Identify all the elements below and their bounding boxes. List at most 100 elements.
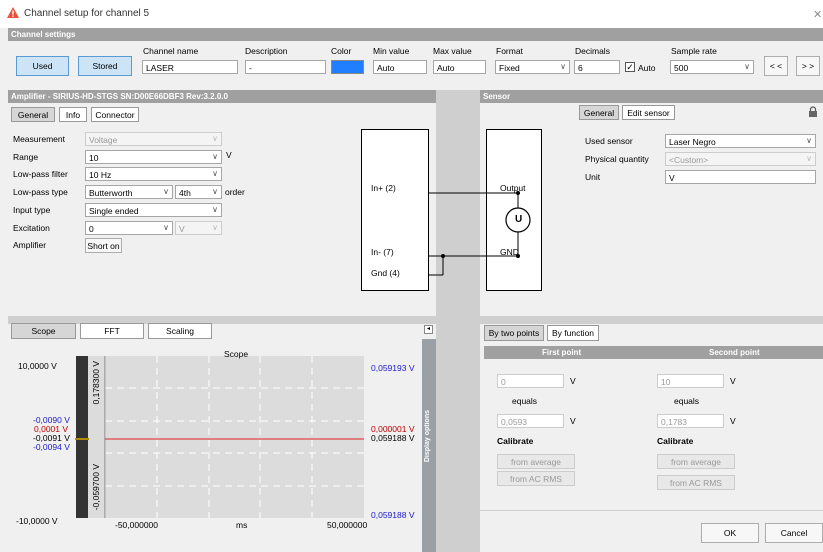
input-type-label: Input type [13, 205, 51, 215]
used-button[interactable]: Used [16, 56, 69, 76]
gnd-label: Gnd (4) [371, 268, 400, 278]
scope-channel-bar [76, 356, 88, 518]
format-label: Format [496, 46, 523, 56]
used-sensor-label: Used sensor [585, 136, 633, 146]
scope-y-bottom: -10,0000 V [16, 516, 58, 526]
physical-quantity-label: Physical quantity [585, 154, 649, 164]
first-calibrate-label: Calibrate [497, 436, 534, 446]
max-value-label: Max value [433, 46, 472, 56]
channel-name-label: Channel name [143, 46, 199, 56]
footer-divider [480, 510, 823, 511]
tab-by-function[interactable]: By function [547, 325, 599, 341]
lowpass-type-select[interactable]: Butterworth [85, 185, 173, 199]
tab-fft[interactable]: FFT [80, 323, 144, 339]
first-point-input-unit: V [570, 376, 576, 386]
scope-y-top: 10,0000 V [18, 361, 57, 371]
tab-connector[interactable]: Connector [91, 107, 139, 122]
gnd-right-label: GND [500, 247, 519, 257]
second-point-input[interactable]: 10 [657, 374, 724, 388]
cancel-button[interactable]: Cancel [765, 523, 823, 543]
next-channel-button[interactable]: > > [796, 56, 820, 76]
format-select[interactable]: Fixed [495, 60, 570, 74]
physical-quantity-select[interactable]: <Custom> [665, 152, 816, 166]
sample-rate-label: Sample rate [671, 46, 717, 56]
order-label: order [225, 187, 245, 197]
close-icon[interactable]: ✕ [813, 8, 822, 21]
first-point-label: First point [542, 348, 582, 357]
tab-info[interactable]: Info [59, 107, 87, 122]
scope-x-min: -50,000000 [115, 520, 159, 530]
second-point-output[interactable]: 0,1783 [657, 414, 724, 428]
unit-input[interactable]: V [665, 170, 816, 184]
description-input[interactable]: - [245, 60, 326, 74]
measurement-select[interactable]: Voltage [85, 132, 222, 146]
auto-checkbox[interactable]: ✓ [625, 62, 635, 72]
input-type-select[interactable]: Single ended [85, 203, 222, 217]
second-equals-label: equals [674, 396, 700, 406]
first-point-output-unit: V [570, 416, 576, 426]
color-label: Color [331, 46, 352, 56]
collapse-arrow-icon[interactable]: ◂ [424, 325, 433, 334]
first-from-ac-rms-button[interactable]: from AC RMS [497, 471, 575, 486]
scope-x-unit: ms [236, 520, 248, 530]
first-point-input[interactable]: 0 [497, 374, 564, 388]
ok-button[interactable]: OK [701, 523, 759, 543]
decimals-input[interactable]: 6 [574, 60, 620, 74]
description-label: Description [245, 46, 288, 56]
in-minus-label: In- (7) [371, 247, 394, 257]
previous-channel-button[interactable]: < < [764, 56, 788, 76]
measurement-label: Measurement [13, 134, 65, 144]
tab-scaling[interactable]: Scaling [148, 323, 212, 339]
lock-icon[interactable] [808, 106, 818, 120]
scope-trace [105, 438, 364, 440]
voltage-source-label: U [515, 214, 523, 225]
min-value-label: Min value [373, 46, 410, 56]
scaling-separator [480, 316, 823, 324]
tab-by-two-points[interactable]: By two points [484, 325, 544, 341]
sensor-header: Sensor [480, 90, 823, 103]
scope-x-max: 50,000000 [327, 520, 368, 530]
scope-inner-bottom: -0,059700 V [91, 464, 101, 511]
scope-right-bottom: 0,059188 V [371, 510, 415, 520]
auto-label: Auto [638, 63, 656, 73]
lowpass-filter-select[interactable]: 10 Hz [85, 167, 222, 181]
points-header [484, 346, 823, 359]
second-from-ac-rms-button[interactable]: from AC RMS [657, 475, 735, 490]
sensor-tab-edit[interactable]: Edit sensor [622, 105, 675, 120]
amplifier-header: Amplifier - SIRIUS-HD-STGS SN:D00E66DBF3… [8, 90, 436, 103]
window-title: Channel setup for channel 5 [24, 8, 150, 19]
sensor-tab-general[interactable]: General [579, 105, 619, 120]
scope-level-marker [75, 438, 90, 440]
min-value-input[interactable]: Auto [373, 60, 427, 74]
channel-settings-header: Channel settings [8, 28, 823, 41]
first-point-output[interactable]: 0,0593 [497, 414, 564, 428]
tab-scope[interactable]: Scope [11, 323, 76, 339]
sample-rate-select[interactable]: 500 [670, 60, 754, 74]
display-options-label: Display options [424, 410, 431, 463]
range-select[interactable]: 10 [85, 150, 222, 164]
used-sensor-select[interactable]: Laser Negro [665, 134, 816, 148]
output-label: Output [500, 183, 526, 193]
scope-title: Scope [224, 349, 249, 359]
lowpass-type-label: Low-pass type [13, 187, 68, 197]
short-on-button[interactable]: Short on [85, 238, 122, 253]
channel-name-input[interactable]: LASER [142, 60, 238, 74]
second-point-input-unit: V [730, 376, 736, 386]
range-label: Range [13, 152, 39, 162]
excitation-label: Excitation [13, 223, 50, 233]
in-plus-label: In+ (2) [371, 183, 396, 193]
stored-button[interactable]: Stored [78, 56, 132, 76]
first-from-average-button[interactable]: from average [497, 454, 575, 469]
first-equals-label: equals [512, 396, 538, 406]
color-swatch[interactable] [331, 60, 364, 74]
order-select[interactable]: 4th [175, 185, 222, 199]
excitation-select[interactable]: 0 [85, 221, 173, 235]
second-from-average-button[interactable]: from average [657, 454, 735, 469]
second-point-output-unit: V [730, 416, 736, 426]
amplifier-label: Amplifier [13, 240, 47, 250]
scope-right-top: 0,059193 V [371, 363, 415, 373]
tab-general[interactable]: General [11, 107, 55, 122]
excitation-unit-select[interactable]: V [175, 221, 222, 235]
max-value-input[interactable]: Auto [433, 60, 486, 74]
scope-left-blue-2: -0,0094 V [33, 442, 70, 452]
